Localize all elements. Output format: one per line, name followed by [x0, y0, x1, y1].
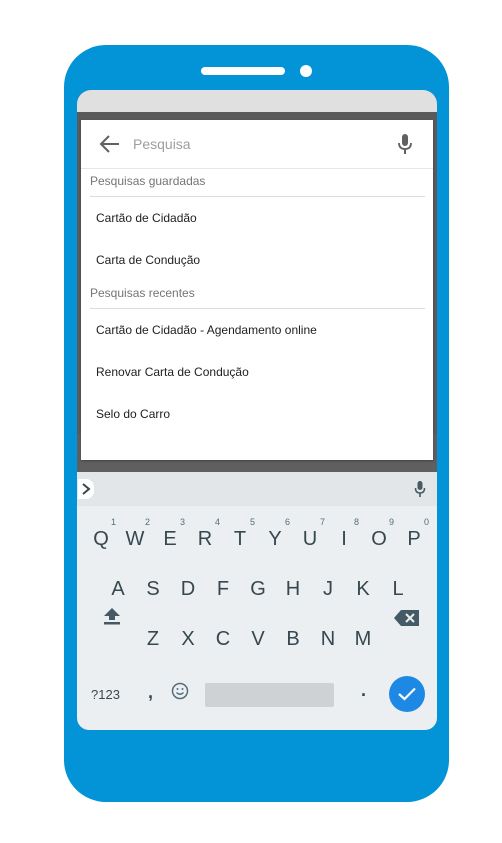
keyboard-microphone-icon[interactable] [414, 480, 426, 498]
key-l[interactable]: L [382, 571, 414, 607]
recent-search-item[interactable]: Renovar Carta de Condução [81, 351, 433, 393]
key-n[interactable]: N [312, 621, 344, 657]
key-hint: 3 [180, 517, 186, 527]
key-z[interactable]: Z [137, 621, 169, 657]
key-b[interactable]: B [277, 621, 309, 657]
key-hint: 7 [320, 517, 326, 527]
phone-camera [300, 65, 312, 77]
microphone-icon[interactable] [397, 133, 413, 155]
period-key[interactable]: . [361, 680, 366, 701]
check-icon [398, 687, 416, 701]
key-m[interactable]: M [347, 621, 379, 657]
recent-searches-header: Pesquisas recentes [90, 282, 425, 309]
key-s[interactable]: S [137, 571, 169, 607]
key-j[interactable]: J [312, 571, 344, 607]
keyboard: Q1W2E3R4T5Y6U7I8O9P0 ASDFGHJKL ZXCVBNM ?… [77, 472, 437, 730]
enter-button[interactable] [389, 676, 425, 712]
key-hint: 6 [285, 517, 291, 527]
search-input[interactable] [133, 133, 383, 155]
saved-search-item[interactable]: Carta de Condução [81, 239, 433, 281]
recent-search-item[interactable]: Cartão de Cidadão - Agendamento online [81, 309, 433, 351]
shift-icon[interactable] [103, 606, 121, 626]
key-hint: 9 [389, 517, 395, 527]
key-hint: 8 [354, 517, 360, 527]
emoji-icon[interactable] [171, 682, 189, 700]
expand-toolbar-button[interactable] [78, 479, 94, 499]
phone-frame: Pesquisas guardadas Cartão de Cidadão Ca… [64, 45, 449, 802]
key-hint: 2 [145, 517, 151, 527]
key-c[interactable]: C [207, 621, 239, 657]
backspace-icon[interactable] [394, 609, 420, 627]
key-hint: 0 [424, 517, 430, 527]
status-bar [77, 90, 437, 112]
space-bar[interactable] [205, 683, 334, 707]
key-x[interactable]: X [172, 621, 204, 657]
key-d[interactable]: D [172, 571, 204, 607]
keyboard-suggestion-strip [77, 472, 437, 506]
key-k[interactable]: K [347, 571, 379, 607]
key-hint: 1 [111, 517, 117, 527]
search-suggestions-card: Pesquisas guardadas Cartão de Cidadão Ca… [81, 120, 433, 460]
recent-search-item[interactable]: Selo do Carro [81, 393, 433, 435]
saved-searches-header: Pesquisas guardadas [90, 170, 425, 197]
phone-screen: Pesquisas guardadas Cartão de Cidadão Ca… [77, 90, 437, 730]
key-hint: 4 [215, 517, 221, 527]
symbols-key[interactable]: ?123 [91, 687, 120, 702]
key-hint: 5 [250, 517, 256, 527]
chevron-right-icon [82, 483, 91, 495]
comma-key[interactable]: , [148, 682, 153, 703]
key-g[interactable]: G [242, 571, 274, 607]
key-a[interactable]: A [102, 571, 134, 607]
saved-search-item[interactable]: Cartão de Cidadão [81, 197, 433, 239]
key-v[interactable]: V [242, 621, 274, 657]
key-f[interactable]: F [207, 571, 239, 607]
key-h[interactable]: H [277, 571, 309, 607]
search-bar [81, 120, 433, 169]
back-arrow-icon[interactable] [99, 134, 121, 154]
phone-speaker [201, 67, 285, 75]
